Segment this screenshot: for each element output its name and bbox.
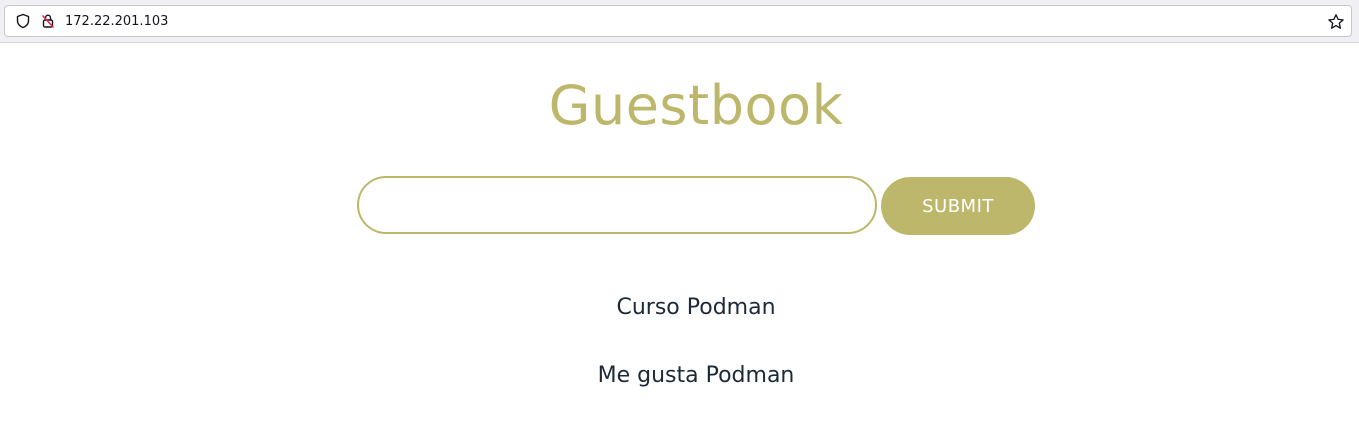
list-item: Me gusta Podman bbox=[597, 363, 795, 388]
submit-button[interactable]: SUBMIT bbox=[881, 177, 1035, 235]
url-text[interactable]: 172.22.201.103 bbox=[65, 14, 168, 30]
entry-input[interactable] bbox=[357, 176, 877, 234]
lock-strike-icon[interactable] bbox=[40, 13, 56, 29]
star-icon[interactable] bbox=[1327, 13, 1345, 31]
page-title: Guestbook bbox=[548, 74, 844, 137]
browser-toolbar: 172.22.201.103 bbox=[0, 0, 1359, 43]
address-bar[interactable]: 172.22.201.103 bbox=[4, 5, 1352, 37]
list-item: Curso Podman bbox=[616, 295, 776, 320]
shield-icon[interactable] bbox=[15, 13, 31, 29]
page-content: Guestbook SUBMIT Curso Podman Me gusta P… bbox=[0, 43, 1359, 423]
